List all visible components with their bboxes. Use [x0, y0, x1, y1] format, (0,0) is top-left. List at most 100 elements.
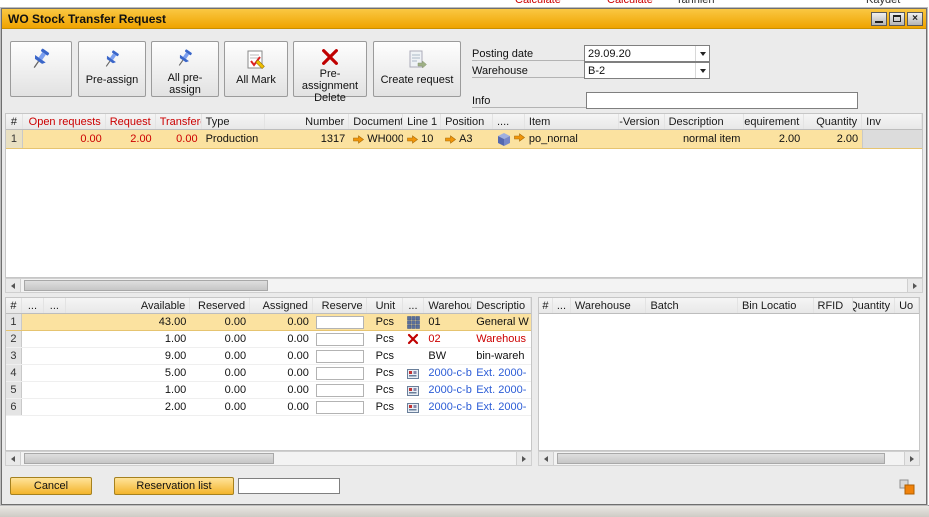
col-header-description: Descriptio — [472, 298, 531, 313]
pushpin-icon — [101, 47, 123, 73]
info-input[interactable] — [586, 92, 858, 109]
col-header-quantity: Quantity — [853, 298, 895, 313]
background-text-fragment: Kaydet — [866, 0, 900, 6]
cell-available: 9.00 — [66, 348, 190, 364]
scroll-left-button[interactable] — [539, 452, 554, 465]
cell-unit: Pcs — [367, 348, 403, 364]
scroll-right-button[interactable] — [516, 452, 531, 465]
link-arrow-icon[interactable] — [407, 135, 418, 144]
close-button[interactable]: × — [907, 12, 923, 26]
minimize-button[interactable] — [871, 12, 887, 26]
col-header-batch: Batch — [646, 298, 737, 313]
cell-position[interactable]: A3 — [441, 130, 493, 148]
col-header-number: Number — [265, 114, 349, 129]
footer-input[interactable] — [238, 478, 340, 494]
col-header-request: Request — [106, 114, 156, 129]
reserve-quantity-input[interactable] — [316, 350, 364, 363]
pre-assign-button[interactable]: Pre-assign — [78, 41, 146, 97]
cell-assigned: 0.00 — [250, 382, 313, 398]
create-request-button[interactable]: Create request — [373, 41, 461, 97]
cell-warehouse[interactable]: 2000-c-b — [424, 382, 472, 398]
cell-reserved: 0.00 — [190, 348, 250, 364]
button-label: Cancel — [34, 480, 68, 492]
stock-row[interactable]: 3 9.00 0.00 0.00 Pcs BW bin-wareh — [6, 348, 531, 365]
col-header-num: # — [6, 298, 22, 313]
cell-warehouse: 02 — [424, 331, 472, 347]
cell-warehouse[interactable]: 2000-c-b — [424, 399, 472, 415]
col-header-requirement: Requirement — [744, 114, 804, 129]
col-header-description: Description — [665, 114, 745, 129]
stock-row[interactable]: 5 1.00 0.00 0.00 Pcs 2000-c-b Ext. 2000- — [6, 382, 531, 399]
window-bottom-edge — [0, 505, 929, 517]
posting-date-label: Posting date — [472, 48, 533, 60]
stock-grid-header: # ... ... Available Reserved Assigned Re… — [6, 298, 531, 314]
cell-assigned: 0.00 — [250, 314, 313, 330]
col-header-warehouse: Warehouse — [571, 298, 647, 313]
cell-row-number: 2 — [6, 331, 22, 347]
dropdown-button[interactable] — [695, 46, 709, 61]
all-pre-assign-button[interactable]: All pre-assign — [151, 41, 219, 97]
reserve-quantity-input[interactable] — [316, 384, 364, 397]
pin-button[interactable] — [10, 41, 72, 97]
stock-row[interactable]: 6 2.00 0.00 0.00 Pcs 2000-c-b Ext. 2000- — [6, 399, 531, 416]
reservation-list-button[interactable]: Reservation list — [114, 477, 234, 495]
reserve-quantity-input[interactable] — [316, 333, 364, 346]
col-header-dots: ... — [22, 298, 44, 313]
cell-item-code: po_nornal — [525, 130, 619, 148]
cell-line1[interactable]: 10 — [403, 130, 441, 148]
mark-check-icon — [244, 47, 268, 73]
reserve-quantity-input[interactable] — [316, 367, 364, 380]
cell-row-number: 1 — [6, 314, 22, 330]
scrollbar-thumb[interactable] — [24, 280, 268, 291]
pre-assignment-delete-button[interactable]: Pre-assignment Delete — [293, 41, 367, 97]
button-label: Create request — [381, 74, 454, 86]
cell-available: 1.00 — [66, 331, 190, 347]
stock-row[interactable]: 1 43.00 0.00 0.00 Pcs 01 General W — [6, 314, 531, 331]
cell-row-number: 6 — [6, 399, 22, 415]
cell-unit: Pcs — [367, 399, 403, 415]
form-settings-icon[interactable] — [899, 479, 915, 498]
scroll-right-button[interactable] — [907, 279, 922, 292]
cell-position-value: A3 — [459, 133, 472, 145]
reserve-quantity-input[interactable] — [316, 316, 364, 329]
scrollbar-thumb[interactable] — [557, 453, 885, 464]
minimize-icon — [875, 21, 883, 23]
cell-row-number: 3 — [6, 348, 22, 364]
dropdown-button[interactable] — [695, 63, 709, 78]
col-header-bin-location: Bin Locatio — [738, 298, 814, 313]
reserve-quantity-input[interactable] — [316, 401, 364, 414]
cell-document[interactable]: WH000 — [349, 130, 403, 148]
table-row[interactable]: 1 0.00 2.00 0.00 Production 1317 WH000 1… — [6, 130, 922, 149]
col-header-dots: ... — [44, 298, 66, 313]
cell-line1-value: 10 — [421, 133, 433, 145]
cancel-button[interactable]: Cancel — [10, 477, 92, 495]
scrollbar-thumb[interactable] — [24, 453, 274, 464]
button-label: All pre-assign — [152, 72, 218, 96]
link-arrow-icon[interactable] — [353, 135, 364, 144]
stock-row[interactable]: 4 5.00 0.00 0.00 Pcs 2000-c-b Ext. 2000- — [6, 365, 531, 382]
stock-row[interactable]: 2 1.00 0.00 0.00 Pcs 02 Warehous — [6, 331, 531, 348]
chevron-down-icon — [700, 69, 706, 73]
cell-unit: Pcs — [367, 314, 403, 330]
link-arrow-icon[interactable] — [514, 133, 525, 145]
scroll-left-button[interactable] — [6, 452, 21, 465]
scroll-left-button[interactable] — [6, 279, 21, 292]
cell-item-link[interactable] — [493, 130, 525, 148]
cell-available: 1.00 — [66, 382, 190, 398]
cell-assigned: 0.00 — [250, 399, 313, 415]
warehouse-select[interactable]: B-2 — [584, 62, 710, 79]
maximize-button[interactable] — [889, 12, 905, 26]
title-bar[interactable]: WO Stock Transfer Request × — [2, 9, 926, 29]
all-mark-button[interactable]: All Mark — [224, 41, 288, 97]
wo-stock-transfer-dialog: WO Stock Transfer Request × Pre-assign A… — [1, 8, 927, 505]
cell-reserved: 0.00 — [190, 382, 250, 398]
cell-warehouse[interactable]: 2000-c-b — [424, 365, 472, 381]
col-header-transfered: Transfered ... — [156, 114, 202, 129]
scroll-right-button[interactable] — [904, 452, 919, 465]
button-label: Reservation list — [136, 480, 211, 492]
cell-warehouse: BW — [424, 348, 472, 364]
triangle-right-icon — [522, 456, 526, 462]
link-arrow-icon[interactable] — [445, 135, 456, 144]
button-label: Pre-assign — [86, 74, 139, 86]
posting-date-select[interactable]: 29.09.20 — [584, 45, 710, 62]
